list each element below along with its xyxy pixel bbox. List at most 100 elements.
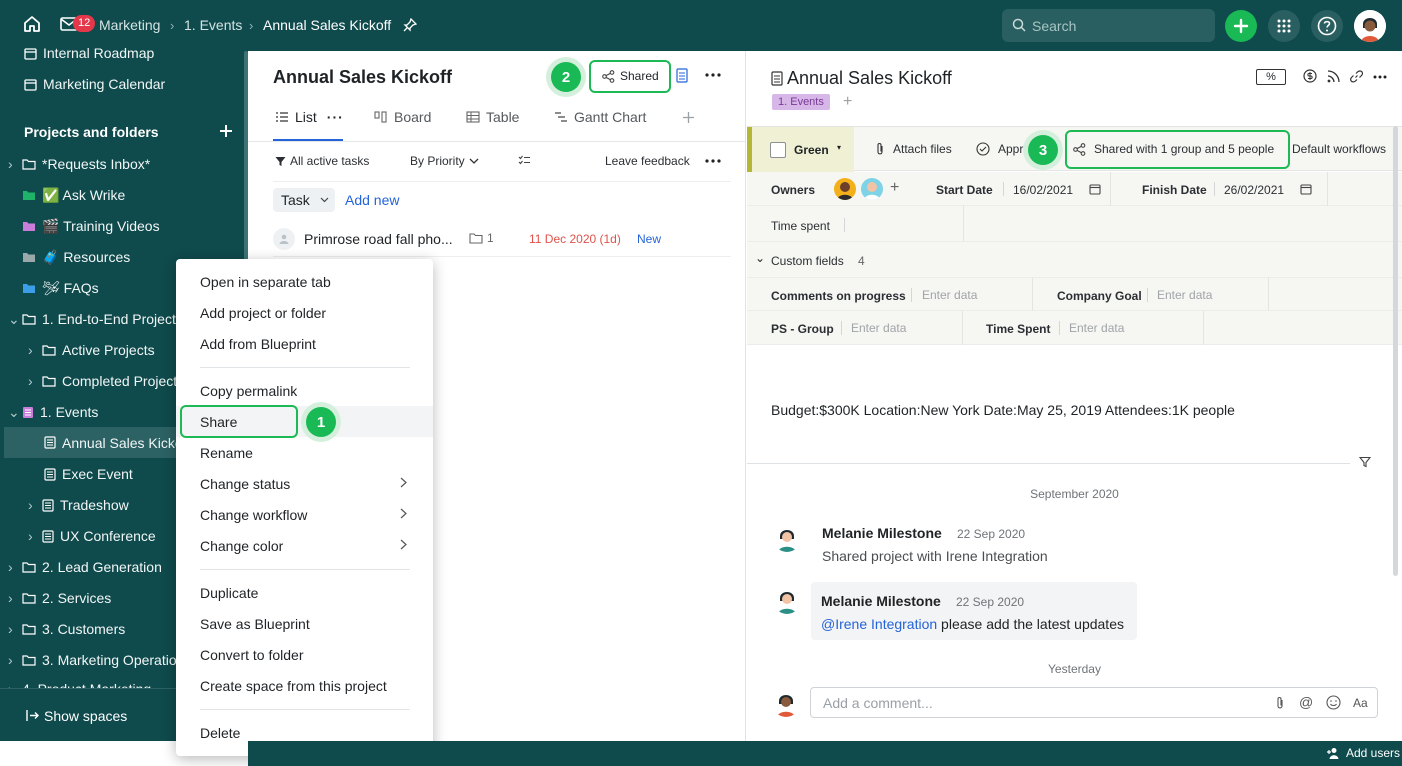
- custom-fields-header[interactable]: ⌄ Custom fields 4: [747, 242, 1402, 277]
- more-options-icon[interactable]: [1373, 75, 1387, 79]
- finish-date-value[interactable]: 26/02/2021: [1224, 183, 1284, 197]
- sidebar-item-exec-event[interactable]: Exec Event: [44, 464, 133, 484]
- comment-mention[interactable]: @Irene Integration: [821, 616, 937, 632]
- user-avatar[interactable]: [1354, 10, 1386, 42]
- add-view-icon[interactable]: [682, 111, 695, 124]
- tab-gantt-chart[interactable]: Gantt Chart: [554, 109, 646, 125]
- menu-change-status[interactable]: Change status: [176, 468, 433, 499]
- menu-open-separate-tab[interactable]: Open in separate tab: [176, 266, 433, 297]
- create-new-button[interactable]: [1225, 10, 1257, 42]
- chevron-right-icon[interactable]: ›: [28, 528, 42, 544]
- menu-duplicate[interactable]: Duplicate: [176, 577, 433, 608]
- tab-list[interactable]: List ···: [275, 109, 344, 125]
- filter-icon[interactable]: [1359, 456, 1371, 468]
- melanie-avatar[interactable]: [773, 586, 801, 614]
- owner-avatar[interactable]: [861, 178, 883, 200]
- sidebar-item-marketing-calendar[interactable]: Marketing Calendar: [24, 76, 165, 92]
- task-status[interactable]: New: [637, 232, 661, 246]
- detail-scrollbar[interactable]: [1393, 126, 1398, 576]
- sidebar-item-training-videos[interactable]: 🎬 Training Videos: [22, 216, 160, 236]
- menu-create-space[interactable]: Create space from this project: [176, 670, 433, 701]
- owner-avatar[interactable]: [834, 178, 856, 200]
- sidebar-item-completed-projects[interactable]: › Completed Projects: [28, 371, 184, 391]
- sidebar-item-ux-conference[interactable]: › UX Conference: [28, 526, 156, 546]
- menu-change-workflow[interactable]: Change workflow: [176, 499, 433, 530]
- chevron-right-icon[interactable]: ›: [8, 156, 22, 172]
- more-options-icon[interactable]: [705, 73, 721, 77]
- calendar-icon[interactable]: [1089, 183, 1101, 195]
- time-spent-custom-input[interactable]: Enter data: [1069, 321, 1124, 335]
- sidebar-item-faqs[interactable]: 🛩 FAQs: [22, 278, 99, 298]
- filter-all-active-tasks[interactable]: All active tasks: [275, 154, 369, 168]
- comment-box[interactable]: @ Aa: [810, 687, 1378, 718]
- add-new-task-link[interactable]: Add new: [345, 192, 399, 208]
- sidebar-item-lead-generation[interactable]: › 2. Lead Generation: [8, 557, 162, 577]
- comment-author[interactable]: Melanie Milestone: [821, 593, 941, 609]
- dollar-icon[interactable]: [1303, 69, 1317, 83]
- attach-files-button[interactable]: Attach files: [875, 142, 952, 156]
- comment-input[interactable]: [823, 688, 1263, 717]
- task-name[interactable]: Primrose road fall pho...: [304, 231, 453, 247]
- rss-icon[interactable]: [1327, 70, 1340, 83]
- apps-button[interactable]: [1268, 10, 1300, 42]
- leave-feedback-link[interactable]: Leave feedback: [605, 154, 690, 168]
- tab-table[interactable]: Table: [466, 109, 519, 125]
- start-date-value[interactable]: 16/02/2021: [1013, 183, 1073, 197]
- comments-progress-input[interactable]: Enter data: [922, 288, 977, 302]
- chevron-right-icon[interactable]: ›: [28, 342, 42, 358]
- emoji-icon[interactable]: [1326, 695, 1341, 710]
- sidebar-item-marketing-operations[interactable]: › 3. Marketing Operations: [8, 650, 191, 670]
- task-row[interactable]: Primrose road fall pho... 1 11 Dec 2020 …: [273, 221, 731, 257]
- shared-with-button[interactable]: Shared with 1 group and 5 people: [1073, 142, 1274, 156]
- chevron-right-icon[interactable]: ›: [8, 652, 22, 668]
- chevron-down-icon[interactable]: ⌄: [8, 404, 22, 421]
- sidebar-item-internal-roadmap[interactable]: Internal Roadmap: [24, 45, 154, 61]
- status-checkbox[interactable]: [770, 142, 786, 158]
- menu-save-as-blueprint[interactable]: Save as Blueprint: [176, 608, 433, 639]
- project-details-icon[interactable]: [676, 68, 688, 83]
- breadcrumb-events[interactable]: 1. Events: [184, 17, 242, 33]
- search-input[interactable]: [1032, 9, 1207, 42]
- menu-add-project-folder[interactable]: Add project or folder: [176, 297, 433, 328]
- chevron-right-icon[interactable]: ›: [8, 590, 22, 606]
- status-dropdown[interactable]: Green ▾: [747, 127, 854, 172]
- text-format-icon[interactable]: Aa: [1353, 696, 1368, 710]
- add-tag-icon[interactable]: +: [843, 93, 852, 111]
- menu-convert-to-folder[interactable]: Convert to folder: [176, 639, 433, 670]
- chevron-right-icon[interactable]: ›: [8, 621, 22, 637]
- percent-button[interactable]: %: [1256, 69, 1286, 85]
- ps-group-input[interactable]: Enter data: [851, 321, 906, 335]
- chevron-right-icon[interactable]: ›: [8, 559, 22, 575]
- shared-button[interactable]: Shared: [602, 69, 659, 83]
- menu-rename[interactable]: Rename: [176, 437, 433, 468]
- sidebar-item-end-to-end-projects[interactable]: ⌄ 1. End-to-End Projects: [8, 309, 183, 329]
- chevron-down-icon[interactable]: ⌄: [8, 311, 22, 328]
- sort-by-priority[interactable]: By Priority: [410, 154, 479, 168]
- pin-icon[interactable]: [403, 18, 417, 32]
- chevron-right-icon[interactable]: ›: [28, 373, 42, 389]
- sidebar-item-active-projects[interactable]: › Active Projects: [28, 340, 155, 360]
- menu-add-from-blueprint[interactable]: Add from Blueprint: [176, 328, 433, 359]
- add-users-button[interactable]: Add users: [1326, 746, 1400, 760]
- menu-change-color[interactable]: Change color: [176, 530, 433, 561]
- paperclip-icon[interactable]: [1275, 696, 1285, 710]
- default-workflows-button[interactable]: Default workflows: [1292, 142, 1386, 156]
- sidebar-item-resources[interactable]: 🧳 Resources: [22, 247, 130, 267]
- menu-copy-permalink[interactable]: Copy permalink: [176, 375, 433, 406]
- home-icon[interactable]: [22, 14, 42, 34]
- add-project-icon[interactable]: [219, 124, 233, 138]
- breadcrumb-marketing[interactable]: Marketing: [99, 17, 160, 33]
- tab-board[interactable]: Board: [374, 109, 431, 125]
- link-icon[interactable]: [1350, 70, 1363, 83]
- project-description[interactable]: Budget:$300K Location:New York Date:May …: [771, 402, 1235, 418]
- more-options-icon[interactable]: [705, 159, 721, 163]
- tab-more-icon[interactable]: ···: [327, 109, 344, 125]
- comment-author[interactable]: Melanie Milestone: [822, 525, 942, 541]
- parent-folder-tag[interactable]: 1. Events: [772, 94, 830, 110]
- sidebar-item-services[interactable]: › 2. Services: [8, 588, 111, 608]
- sidebar-item-requests-inbox[interactable]: › *Requests Inbox*: [8, 154, 150, 174]
- melanie-avatar[interactable]: [773, 524, 801, 552]
- checklist-icon[interactable]: [518, 155, 531, 167]
- mention-icon[interactable]: @: [1299, 694, 1313, 710]
- add-owner-icon[interactable]: +: [890, 179, 899, 197]
